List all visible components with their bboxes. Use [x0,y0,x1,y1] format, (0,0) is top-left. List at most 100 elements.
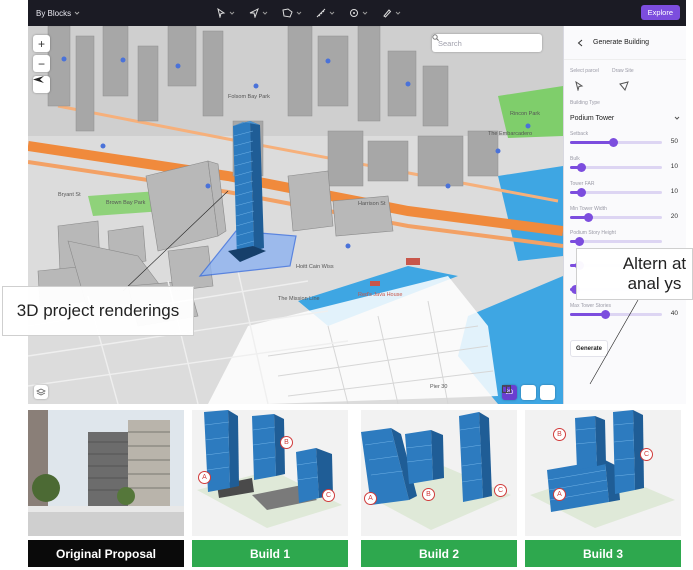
zoom-in-button[interactable]: + [33,35,50,52]
compass-button[interactable] [33,76,50,93]
shape-tool[interactable] [282,8,302,18]
target-icon [350,9,358,17]
place-label: Rincon Park [510,111,540,117]
build-3-card[interactable] [525,410,681,536]
slider-value: 10 [670,188,678,195]
explore-button[interactable]: Explore [640,5,680,20]
split-view-icon [502,385,511,393]
map-view[interactable]: + − Bryant St Brown Bay Park Folsom Bay … [28,26,563,404]
pier-building [406,258,420,265]
top-toolbar: By Blocks Explore [28,0,686,26]
pier-building [370,281,380,286]
place-label: Hoitt Cain Wiss [296,264,334,270]
place-label: Folsom Bay Park [228,94,270,100]
card-label: Build 3 [525,540,681,567]
building-type-label: Building Type [570,100,600,106]
slider-track[interactable] [570,237,662,246]
panel-header: Generate Building [564,26,686,60]
build-1-card[interactable] [192,410,348,536]
slider-track[interactable] [570,163,662,172]
slider-value: 50 [670,138,678,145]
slider-track[interactable] [570,138,662,147]
chevron-down-icon [329,11,335,15]
draw-site-icon[interactable] [619,81,629,91]
build-2-card[interactable] [361,410,517,536]
slider-fill [570,141,614,144]
layers-icon [36,388,46,396]
place-label: Pier 30 [430,384,448,390]
building-marker: B [553,428,566,441]
place-label: Harrison St [358,201,386,207]
view-split-button[interactable] [502,385,555,400]
chevron-down-icon [674,116,680,120]
ruler-icon [316,8,326,18]
select-parcel-label: Select parcel [570,68,599,74]
building-marker: A [364,492,377,505]
analysis-tool[interactable] [349,8,368,18]
place-label: Brown Bay Park [106,200,146,206]
building-marker: C [322,489,335,502]
slider-label: Min Tower Width [570,206,607,212]
place-label: The Mission Line [278,296,320,302]
slider-knob[interactable] [577,188,587,197]
tool-group [216,0,401,26]
zoom-out-button[interactable]: − [33,55,50,72]
slider-track[interactable] [570,188,662,197]
card-label: Build 1 [192,540,348,567]
slider-knob[interactable] [584,213,594,222]
chevron-down-icon [296,11,302,15]
slider-label: Podium Story Height [570,230,616,236]
search-input[interactable] [438,38,518,48]
map-canvas [28,26,563,404]
slider-track[interactable] [570,213,662,222]
original-proposal-image [28,410,184,536]
building-marker: B [280,436,293,449]
compass-icon [33,76,44,83]
layers-button[interactable] [34,385,48,399]
building-type-value: Podium Tower [570,114,615,122]
design-options: Original Proposal Build 1 Build 2 Build … [22,404,693,570]
polygon-icon [282,8,293,18]
measure-tool[interactable] [316,8,335,18]
original-proposal-card[interactable] [28,410,184,536]
navigation-arrow-icon [249,8,259,18]
chevron-down-icon [362,11,368,15]
card-label: Build 2 [361,540,517,567]
building-marker: A [553,488,566,501]
back-arrow-icon[interactable] [577,39,583,47]
place-label: The Embarcadero [488,131,533,137]
building-marker: A [198,471,211,484]
build-1-render [192,410,348,536]
slider-label: Tower FAR [570,181,595,187]
building-marker: B [422,488,435,501]
place-label: Red's Java House [358,292,403,298]
slider-knob[interactable] [575,237,585,246]
place-label: Bryant St [58,192,81,198]
chevron-down-icon [74,11,80,15]
card-label: Original Proposal [28,540,184,567]
slider-knob[interactable] [577,163,587,172]
chevron-down-icon [395,11,401,15]
build-2-render [361,410,517,536]
chevron-down-icon [229,11,235,15]
building-marker: C [640,448,653,461]
callout-alternative-analysis: Altern at anal ys [576,248,693,300]
slider-value: 40 [670,310,678,317]
building-type-select[interactable]: Podium Tower [570,112,680,124]
select-tool[interactable] [216,8,235,18]
view-book-button[interactable] [502,385,536,400]
slider-label: Bulk [570,156,580,162]
mode-dropdown[interactable]: By Blocks [36,9,80,18]
mode-label: By Blocks [36,8,72,18]
callout-3d-renderings: 3D project renderings [2,286,194,336]
search-icon [432,34,439,41]
slider-knob[interactable] [609,138,619,147]
navigate-tool[interactable] [249,8,268,18]
slider-value: 10 [670,163,678,170]
select-parcel-icon[interactable] [574,81,584,91]
slider-label: Setback [570,131,589,137]
chevron-down-icon [262,11,268,15]
map-search[interactable] [432,34,542,52]
build-3-render [525,410,681,536]
draw-tool[interactable] [382,8,401,18]
